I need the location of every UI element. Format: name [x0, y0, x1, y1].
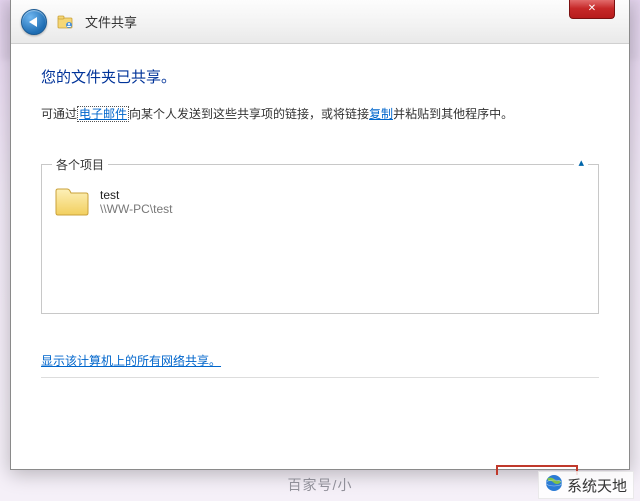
watermark-right-text: 系统天地: [567, 475, 627, 496]
back-arrow-icon: [29, 17, 37, 27]
header-title: 文件共享: [85, 12, 137, 31]
show-all-shares-link[interactable]: 显示该计算机上的所有网络共享。: [41, 352, 599, 369]
watermark-right: 系统天地: [538, 471, 634, 499]
group-legend: 各个项目: [52, 156, 108, 173]
page-heading: 您的文件夹已共享。: [41, 66, 599, 87]
globe-icon: [545, 474, 563, 496]
content-area: 您的文件夹已共享。 可通过电子邮件向某个人发送到这些共享项的链接，或将链接复制并…: [11, 44, 629, 469]
close-button[interactable]: ✕: [569, 0, 615, 19]
item-path: \\WW-PC\test: [100, 202, 172, 216]
instruction-pre: 可通过: [41, 107, 77, 121]
instruction-text: 可通过电子邮件向某个人发送到这些共享项的链接，或将链接复制并粘贴到其他程序中。: [41, 105, 599, 124]
chevron-up-icon: ▴: [578, 157, 584, 169]
item-name: test: [100, 188, 172, 202]
wizard-header: 文件共享: [11, 0, 629, 44]
titlebar-controls: ✕: [569, 0, 615, 19]
copy-link[interactable]: 复制: [369, 107, 393, 121]
instruction-mid: 向某个人发送到这些共享项的链接，或将链接: [129, 107, 369, 121]
list-item[interactable]: test \\WW-PC\test: [54, 183, 586, 221]
email-link[interactable]: 电子邮件: [77, 106, 129, 122]
separator: [41, 377, 599, 378]
item-text: test \\WW-PC\test: [100, 188, 172, 216]
share-folder-icon: [57, 13, 75, 31]
close-icon: ✕: [588, 3, 596, 14]
collapse-button[interactable]: ▴: [574, 156, 588, 169]
file-sharing-window: ✕ 文件共享 您的文件夹已共享。 可通过电子邮件向某个人发送到这些共享项的链接，…: [10, 0, 630, 470]
back-button[interactable]: [21, 9, 47, 35]
instruction-post: 并粘贴到其他程序中。: [393, 107, 513, 121]
folder-icon: [54, 187, 90, 217]
items-groupbox: 各个项目 ▴ t: [41, 164, 599, 314]
watermark-left: 百家号/小: [288, 475, 353, 495]
